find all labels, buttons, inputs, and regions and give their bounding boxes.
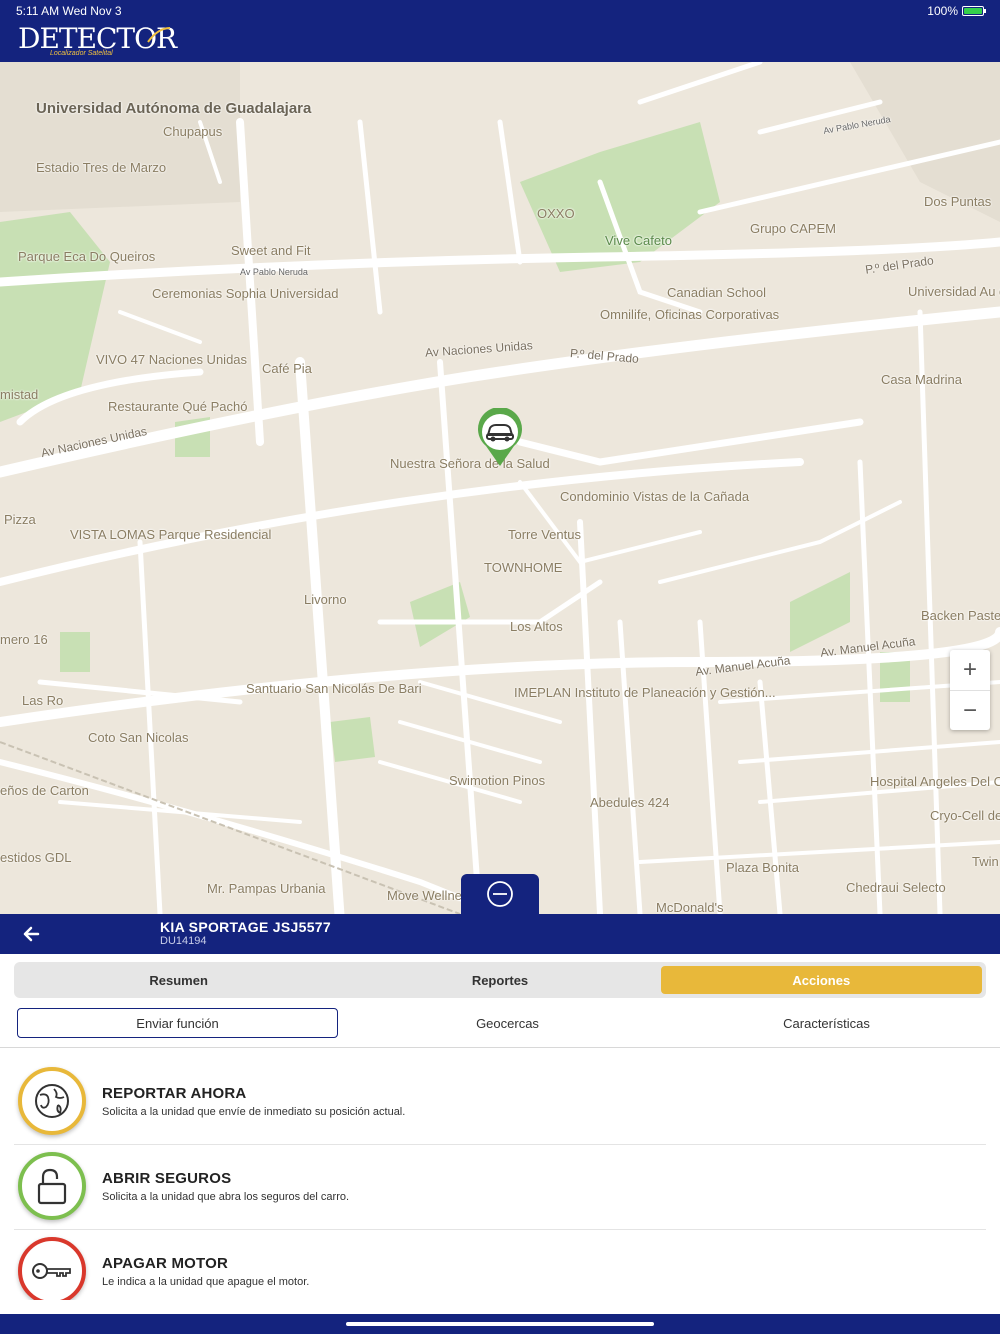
- map-label-backen: Backen Paste: [921, 608, 1000, 623]
- zoom-out-button[interactable]: −: [950, 690, 990, 730]
- map-label-mrpampas: Mr. Pampas Urbania: [207, 881, 326, 896]
- map-label-estidos: estidos GDL: [0, 850, 72, 865]
- logo-subtitle: Localizador Satelital: [50, 50, 113, 57]
- map-label-townhome: TOWNHOME: [484, 560, 563, 575]
- map-label-cryo: Cryo-Cell de: [930, 808, 1000, 823]
- map-label-vivo: VIVO 47 Naciones Unidas: [96, 352, 248, 367]
- map-label-canadian: Canadian School: [667, 285, 767, 300]
- map-label-uni: Universidad Autónoma de Guadalajara: [36, 100, 312, 117]
- vehicle-name: KIA SPORTAGE JSJ5577: [160, 919, 331, 935]
- status-time: 5:11 AM Wed Nov 3: [16, 4, 122, 18]
- map-label-cafepia: Café Pia: [262, 361, 312, 376]
- subtab-geocercas[interactable]: Geocercas: [348, 1008, 667, 1038]
- action-title: APAGAR MOTOR: [102, 1255, 229, 1272]
- map-label-livorno: Livorno: [304, 592, 347, 607]
- main-tabs: Resumen Reportes Acciones: [14, 962, 986, 998]
- bottom-bar: [0, 1314, 1000, 1334]
- action-title: ABRIR SEGUROS: [102, 1170, 232, 1187]
- map-label-carton: eños de Carton: [0, 783, 89, 798]
- subtab-caracteristicas[interactable]: Características: [667, 1008, 986, 1038]
- logo-swoosh-icon: [147, 27, 171, 43]
- map-label-swimotion: Swimotion Pinos: [449, 773, 546, 788]
- map-label-ceremonias: Ceremonias Sophia Universidad: [152, 286, 339, 301]
- home-indicator[interactable]: [346, 1322, 654, 1326]
- map-label-estadio: Estadio Tres de Marzo: [36, 160, 167, 175]
- map-label-univ2: Universidad Au de Guada: [908, 284, 1000, 299]
- action-title: REPORTAR AHORA: [102, 1085, 247, 1102]
- map-label-santuario: Santuario San Nicolás De Bari: [246, 681, 422, 696]
- sub-tabs: Enviar función Geocercas Características: [14, 1008, 986, 1038]
- status-battery: 100%: [927, 4, 986, 18]
- back-arrow-icon[interactable]: [20, 924, 44, 944]
- street-pablo: Av Pablo Neruda: [240, 267, 308, 277]
- action-apagar-motor[interactable]: APAGAR MOTOR Le indica a la unidad que a…: [14, 1230, 986, 1300]
- actions-list: REPORTAR AHORA Solicita a la unidad que …: [14, 1060, 986, 1300]
- zoom-control: + −: [950, 650, 990, 730]
- map-label-restaurante: Restaurante Qué Pachó: [108, 399, 248, 414]
- action-description: Le indica a la unidad que apague el moto…: [102, 1276, 310, 1288]
- detector-logo: DETECTOR Localizador Satelital: [18, 24, 177, 58]
- vehicle-id: DU14194: [160, 935, 207, 947]
- map-label-vistalomas: VISTA LOMAS Parque Residencial: [70, 527, 272, 542]
- unlocked-padlock-icon: [18, 1152, 86, 1220]
- battery-percent: 100%: [927, 4, 958, 18]
- map-label-mistad: mistad: [0, 387, 39, 402]
- map-label-mcdonalds: McDonald's: [656, 900, 724, 915]
- vehicle-header: KIA SPORTAGE JSJ5577 DU14194: [0, 914, 1000, 954]
- map-label-sweet: Sweet and Fit: [231, 243, 311, 258]
- map-label-losaltos: Los Altos: [510, 619, 563, 634]
- map-label-pizza: Pizza: [4, 512, 36, 527]
- map-label-plazabonita: Plaza Bonita: [726, 860, 799, 875]
- map-label-condominio: Condominio Vistas de la Cañada: [560, 489, 750, 504]
- minus-circle-icon: [487, 881, 513, 907]
- map-label-lasro: Las Ro: [22, 693, 64, 708]
- action-reportar-ahora[interactable]: REPORTAR AHORA Solicita a la unidad que …: [14, 1060, 986, 1145]
- subtab-enviar-funcion[interactable]: Enviar función: [17, 1008, 338, 1038]
- key-icon: [18, 1237, 86, 1300]
- map-label-capem: Grupo CAPEM: [750, 221, 836, 236]
- map-label-chupapus: Chupapus: [163, 124, 223, 139]
- map-label-casamadrina: Casa Madrina: [881, 372, 962, 387]
- battery-icon: [962, 6, 986, 16]
- map-label-oxxo: OXXO: [537, 206, 575, 221]
- collapse-map-button[interactable]: [461, 874, 539, 914]
- action-description: Solicita a la unidad que abra los seguro…: [102, 1191, 350, 1203]
- map-label-parque: Parque Eca Do Queiros: [18, 249, 156, 264]
- map-label-omnilife: Omnilife, Oficinas Corporativas: [600, 307, 780, 322]
- zoom-in-button[interactable]: +: [950, 650, 990, 690]
- map-label-cotosan: Coto San Nicolas: [88, 730, 189, 745]
- map-label-imeplan: IMEPLAN Instituto de Planeación y Gestió…: [514, 685, 776, 700]
- map-label-twin: Twin: [972, 854, 999, 869]
- map-label-dospuntas: Dos Puntas: [924, 194, 992, 209]
- map-label-chedraui: Chedraui Selecto: [846, 880, 946, 895]
- vehicle-marker-icon[interactable]: [476, 408, 524, 468]
- action-abrir-seguros[interactable]: ABRIR SEGUROS Solicita a la unidad que a…: [14, 1145, 986, 1230]
- divider: [0, 1047, 1000, 1048]
- tab-resumen[interactable]: Resumen: [18, 966, 339, 994]
- map-label-mero: mero 16: [0, 632, 48, 647]
- action-description: Solicita a la unidad que envíe de inmedi…: [102, 1106, 406, 1118]
- map-label-move: Move Wellne Family Urba: [387, 888, 536, 903]
- globe-icon: [18, 1067, 86, 1135]
- tab-reportes[interactable]: Reportes: [339, 966, 660, 994]
- map-view[interactable]: Universidad Autónoma de Guadalajara Esta…: [0, 62, 1000, 914]
- map-label-vive: Vive Cafeto: [605, 233, 672, 248]
- map-label-torre: Torre Ventus: [508, 527, 581, 542]
- map-label-hospital: Hospital Angeles Del Carmen: [870, 774, 1000, 789]
- app-header: 5:11 AM Wed Nov 3 100% DETECTOR Localiza…: [0, 0, 1000, 62]
- tab-acciones[interactable]: Acciones: [660, 966, 982, 994]
- map-label-abedules: Abedules 424: [590, 795, 670, 810]
